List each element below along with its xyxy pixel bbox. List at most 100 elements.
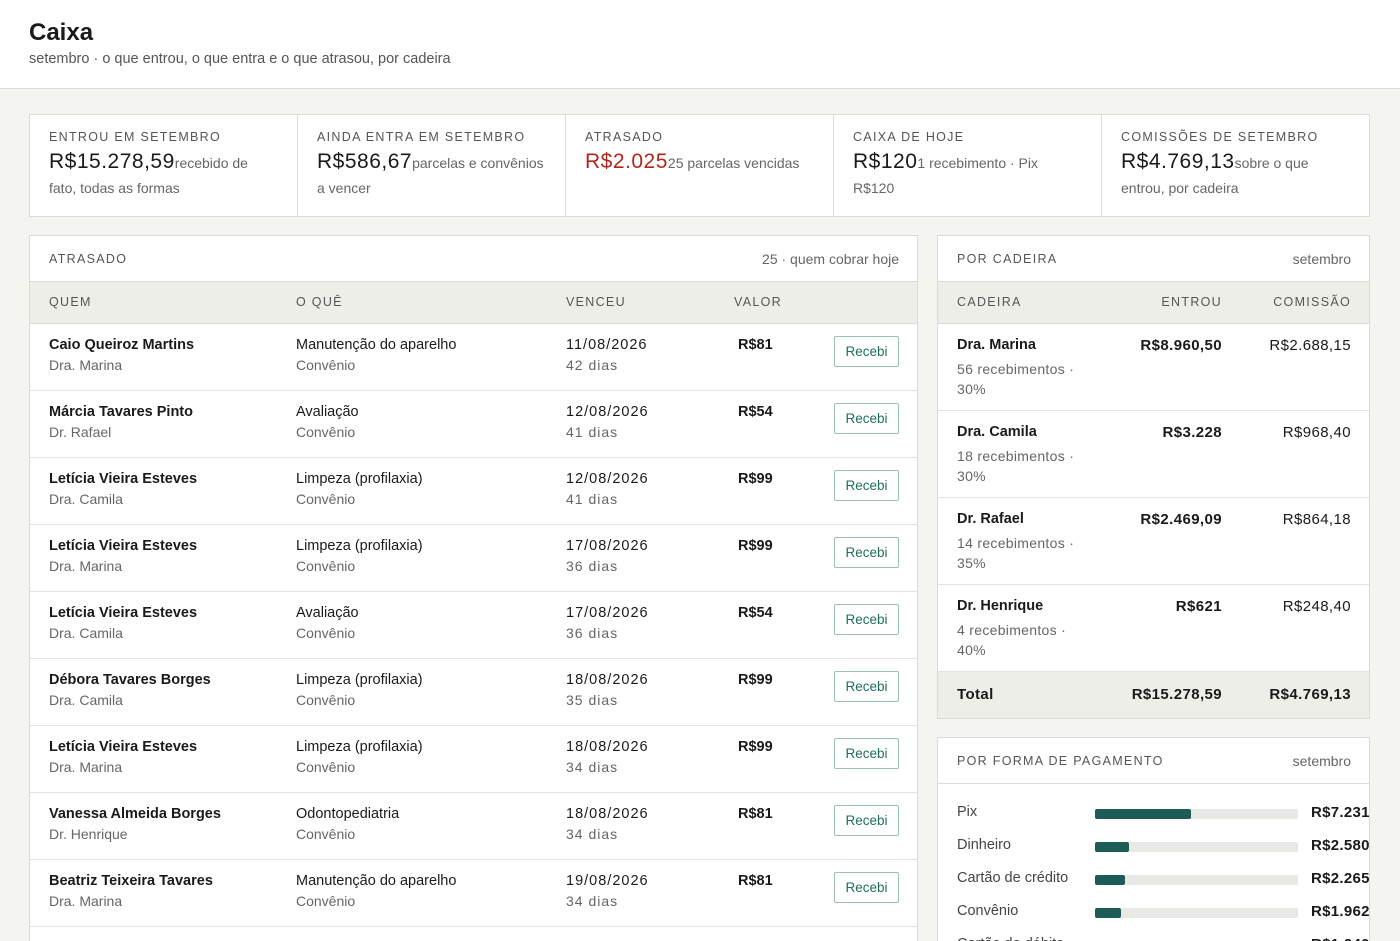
chair-panel-title: POR CADEIRA — [957, 252, 1058, 266]
table-row: Letícia Vieira Esteves Dra. Camila Limpeza… — [30, 458, 917, 525]
cell-due: 17/08/2026 36 dias — [566, 538, 649, 574]
payment-bar-track — [1095, 875, 1298, 885]
recebi-button[interactable]: Recebi — [834, 872, 899, 903]
recebi-button[interactable]: Recebi — [834, 336, 899, 367]
cell-due: 11/08/2026 42 dias — [566, 337, 648, 373]
days-overdue: 34 dias — [566, 826, 619, 842]
due-date: 11/08/2026 — [566, 337, 648, 353]
cell-who: Letícia Vieira Esteves Dra. Camila — [49, 471, 197, 507]
recebi-button[interactable]: Recebi — [834, 805, 899, 836]
chair-commission-value: R$864,18 — [1282, 511, 1351, 528]
service-name: Limpeza (profilaxia) — [296, 739, 423, 755]
service-type: Convênio — [296, 826, 356, 842]
service-name: Manutenção do aparelho — [296, 337, 457, 353]
patient-name: Letícia Vieira Esteves — [49, 471, 198, 487]
payment-bar-track — [1095, 908, 1298, 918]
due-date: 19/08/2026 — [566, 873, 649, 889]
chair-total-row: Total R$15.278,59 R$4.769,13 — [938, 672, 1369, 718]
page-title: Caixa — [29, 19, 94, 46]
recebi-button[interactable]: Recebi — [834, 403, 899, 434]
patient-doctor: Dra. Marina — [49, 558, 123, 574]
amount-value: R$99 — [738, 672, 773, 688]
table-row: Débora Tavares Borges Dra. Camila Limpeza … — [30, 659, 917, 726]
cell-what: Limpeza (profilaxia) Convênio — [296, 538, 423, 574]
due-date: 18/08/2026 — [566, 739, 649, 755]
payment-bar-fill — [1095, 842, 1130, 852]
recebi-button[interactable]: Recebi — [834, 537, 899, 568]
cell-who: Caio Queiroz Martins Dra. Marina — [49, 337, 194, 373]
days-overdue: 36 dias — [566, 558, 619, 574]
summary-card-label: AINDA ENTRA EM SETEMBRO — [317, 130, 526, 144]
cell-amount: R$81 — [738, 806, 773, 822]
summary-card-caixa-hoje: CAIXA DE HOJE R$1201 recebimento · Pix R… — [834, 115, 1102, 216]
page-header: Caixa setembro · o que entrou, o que ent… — [0, 0, 1400, 89]
summary-card-value: R$120 — [853, 150, 918, 173]
chair-name: Dra. Camila — [957, 424, 1037, 440]
summary-card-label: COMISSÕES DE SETEMBRO — [1121, 130, 1319, 144]
cell-who: Márcia Tavares Pinto Dr. Rafael — [49, 404, 193, 440]
column-header-what: O QUÊ — [296, 295, 343, 309]
amount-value: R$81 — [738, 873, 773, 889]
cell-amount: R$99 — [738, 739, 773, 755]
column-header-amount: VALOR — [734, 295, 782, 309]
patient-name: Beatriz Teixeira Tavares — [49, 873, 213, 889]
due-date: 18/08/2026 — [566, 806, 649, 822]
service-name: Odontopediatria — [296, 806, 400, 822]
cell-amount: R$54 — [738, 605, 773, 621]
summary-card-value: R$2.025 — [585, 150, 668, 173]
payment-panel-header: POR FORMA DE PAGAMENTO setembro — [938, 738, 1369, 784]
patient-doctor: Dr. Rafael — [49, 424, 112, 440]
patient-name: Letícia Vieira Esteves — [49, 739, 198, 755]
summary-card-label: ATRASADO — [585, 130, 664, 144]
payment-method-label: Cartão de crédito — [957, 870, 1069, 886]
recebi-button[interactable]: Recebi — [834, 671, 899, 702]
cell-amount: R$54 — [738, 404, 773, 420]
days-overdue: 35 dias — [566, 692, 619, 708]
cell-what: Manutenção do aparelho Convênio — [296, 873, 456, 909]
cell-who: Letícia Vieira Esteves Dra. Marina — [49, 739, 197, 775]
payment-method-value: R$7.231,59 — [1311, 804, 1370, 821]
payment-panel-period: setembro — [1292, 753, 1351, 769]
summary-card-value: R$4.769,13 — [1121, 150, 1235, 173]
payment-method-value: R$2.580 — [1311, 837, 1370, 854]
cell-amount: R$99 — [738, 672, 773, 688]
amount-value: R$99 — [738, 538, 773, 554]
recebi-button[interactable]: Recebi — [834, 470, 899, 501]
patient-name: Márcia Tavares Pinto — [49, 404, 193, 420]
service-type: Convênio — [296, 491, 356, 507]
chair-in-value: R$8.960,50 — [1140, 337, 1222, 354]
summary-card-ainda-entra: AINDA ENTRA EM SETEMBRO R$586,67parcelas… — [298, 115, 566, 216]
payment-method-row: Dinheiro R$2.580 — [957, 837, 1370, 870]
amount-value: R$81 — [738, 337, 773, 353]
recebi-button[interactable]: Recebi — [834, 738, 899, 769]
chair-row: Dra. Marina 56 recebimentos · 30% R$8.960,… — [938, 324, 1369, 411]
patient-doctor: Dra. Camila — [49, 491, 123, 507]
cell-what: Odontopediatria Convênio — [296, 806, 399, 842]
cell-who: Vanessa Almeida Borges Dr. Henrique — [49, 806, 221, 842]
due-date: 12/08/2026 — [566, 471, 649, 487]
column-header-chair: CADEIRA — [957, 295, 1022, 309]
payment-bar-fill — [1095, 809, 1192, 819]
chair-in-value: R$2.469,09 — [1140, 511, 1222, 528]
chair-table-header: CADEIRA ENTROU COMISSÃO — [938, 282, 1369, 324]
summary-card-entrou: ENTROU EM SETEMBRO R$15.278,59recebido d… — [30, 115, 298, 216]
cell-due: 18/08/2026 34 dias — [566, 806, 649, 842]
cell-due: 19/08/2026 34 dias — [566, 873, 649, 909]
recebi-button[interactable]: Recebi — [834, 604, 899, 635]
days-overdue: 42 dias — [566, 357, 619, 373]
chair-in-value: R$3.228 — [1162, 424, 1222, 441]
cell-amount: R$99 — [738, 538, 773, 554]
due-date: 18/08/2026 — [566, 672, 649, 688]
chair-row: Dr. Rafael 14 recebimentos · 35% R$2.469,0… — [938, 498, 1369, 585]
cell-what: Avaliação Convênio — [296, 605, 359, 641]
amount-value: R$81 — [738, 806, 773, 822]
cell-amount: R$81 — [738, 873, 773, 889]
table-row: Caio Queiroz Martins Dra. Marina Manutençã… — [30, 324, 917, 391]
cell-amount: R$99 — [738, 471, 773, 487]
payment-method-value: R$1.240 — [1311, 936, 1369, 941]
amount-value: R$99 — [738, 739, 773, 755]
service-name: Limpeza (profilaxia) — [296, 672, 423, 688]
table-row: Letícia Vieira Esteves Dra. Marina Limpeza… — [30, 726, 917, 793]
service-name: Limpeza (profilaxia) — [296, 538, 423, 554]
service-type: Convênio — [296, 759, 356, 775]
